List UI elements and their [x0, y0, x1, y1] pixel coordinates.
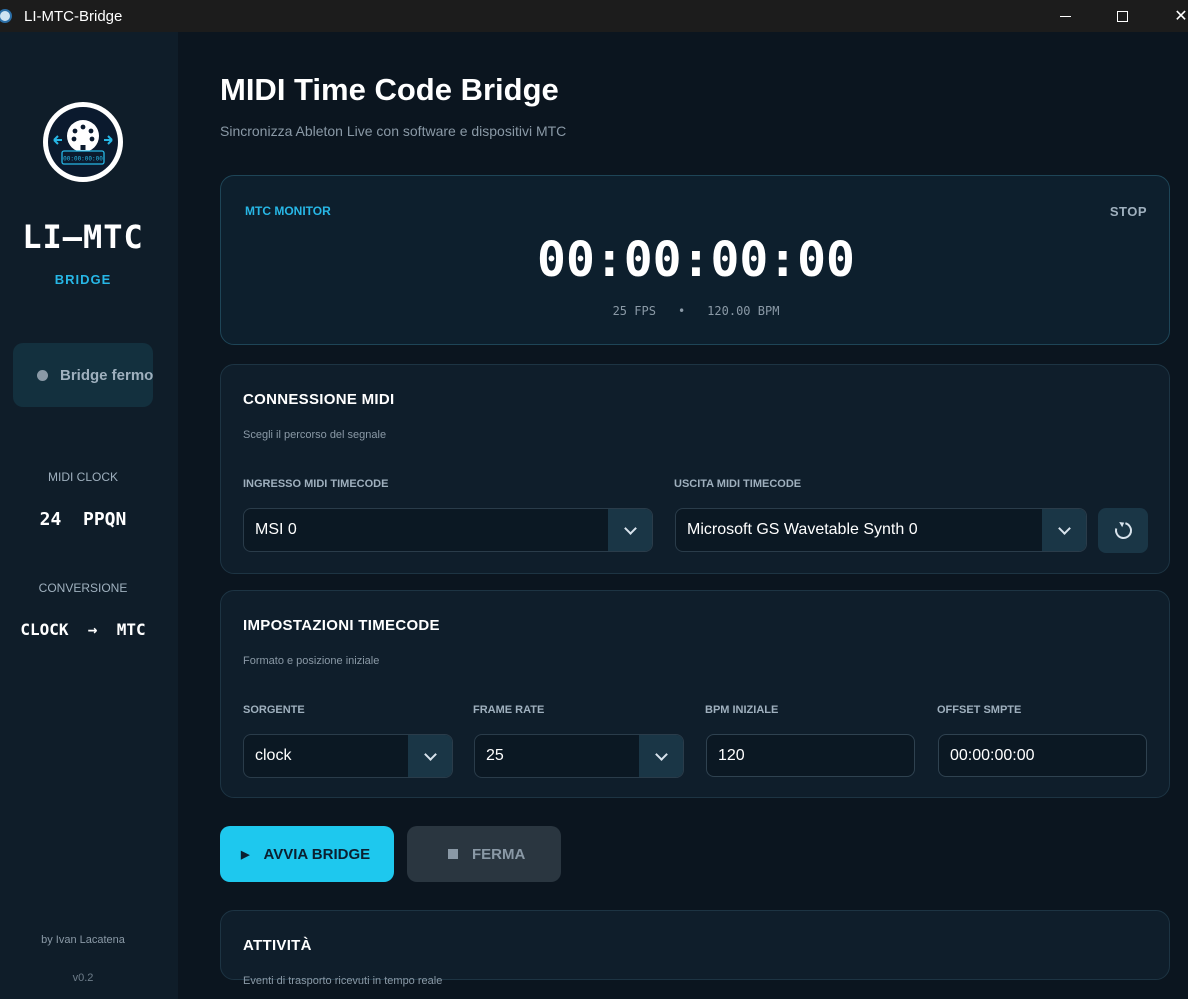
dropdown-toggle[interactable] [608, 509, 652, 551]
logo-display-text: 00:00:00:00 [63, 156, 103, 163]
timecode-settings-title: IMPOSTAZIONI TIMECODE [243, 617, 440, 634]
midi-output-label: USCITA MIDI TIMECODE [674, 478, 802, 490]
close-button[interactable]: ✕ [1156, 0, 1188, 32]
chevron-down-icon [654, 747, 668, 761]
chevron-down-icon [623, 521, 637, 535]
author-credit: by Ivan Lacatena [41, 934, 125, 946]
play-icon: ▶ [241, 848, 250, 861]
midi-clock-value: 24 PPQN [39, 509, 127, 530]
midi-input-value: MSI 0 [255, 521, 297, 538]
refresh-ports-button[interactable] [1098, 508, 1148, 553]
chevron-down-icon [423, 747, 437, 761]
source-select[interactable]: clock [243, 734, 453, 778]
frame-rate-label: FRAME RATE [473, 704, 545, 716]
midi-connector-icon: 00:00:00:00 [53, 120, 113, 165]
dropdown-toggle[interactable] [408, 735, 452, 777]
refresh-icon [1111, 518, 1135, 543]
window-title: LI-MTC-Bridge [24, 7, 123, 25]
midi-connection-panel: CONNESSIONE MIDI Scegli il percorso del … [220, 364, 1170, 574]
midi-output-select[interactable]: Microsoft GS Wavetable Synth 0 [675, 508, 1087, 552]
sidebar: 00:00:00:00 LI–MTC BRIDGE Bridge fermo M… [0, 32, 178, 999]
bpm-readout: 120.00 BPM [707, 304, 780, 318]
title-bar: LI-MTC-Bridge ✕ [0, 0, 1188, 32]
mtc-monitor-label: MTC MONITOR [245, 204, 331, 218]
maximize-button[interactable] [1097, 0, 1147, 32]
dropdown-toggle[interactable] [1042, 509, 1086, 551]
source-value: clock [255, 747, 292, 764]
midi-input-label: INGRESSO MIDI TIMECODE [243, 478, 389, 490]
fps-readout: 25 FPS [612, 304, 656, 318]
timecode-settings-panel: IMPOSTAZIONI TIMECODE Formato e posizion… [220, 590, 1170, 798]
page-subtitle: Sincronizza Ableton Live con software e … [220, 123, 567, 139]
app-icon [0, 9, 12, 23]
conversion-label: CONVERSIONE [38, 581, 128, 595]
minimize-button[interactable] [1040, 0, 1090, 32]
activity-title: ATTIVITÀ [243, 937, 312, 954]
frame-rate-value: 25 [486, 747, 504, 764]
stop-bridge-label: FERMA [472, 845, 526, 863]
smpte-offset-label: OFFSET SMPTE [937, 704, 1022, 716]
minimize-icon [1059, 15, 1071, 17]
smpte-offset-value: 00:00:00:00 [950, 747, 1035, 764]
midi-input-select[interactable]: MSI 0 [243, 508, 653, 552]
bridge-status-text: Bridge fermo [60, 366, 153, 384]
version-label: v0.2 [72, 972, 94, 984]
timecode-settings-subtitle: Formato e posizione iniziale [243, 655, 380, 667]
brand-subtitle: BRIDGE [54, 272, 112, 287]
close-icon: ✕ [1174, 8, 1188, 25]
monitor-meta: 25 FPS • 120.00 BPM [221, 304, 1171, 318]
page-title: MIDI Time Code Bridge [220, 72, 559, 107]
maximize-icon [1116, 10, 1128, 22]
dropdown-toggle[interactable] [639, 735, 683, 777]
start-bpm-label: BPM INIZIALE [705, 704, 779, 716]
midi-clock-label: MIDI CLOCK [47, 470, 118, 484]
stop-icon [448, 849, 458, 859]
status-dot-icon [37, 369, 48, 381]
conversion-value: CLOCK → MTC [20, 620, 146, 639]
midi-connection-subtitle: Scegli il percorso del segnale [243, 429, 387, 441]
start-bridge-button[interactable]: ▶ AVVIA BRIDGE [220, 826, 394, 882]
source-label: SORGENTE [243, 704, 305, 716]
bridge-status-badge: Bridge fermo [13, 343, 153, 407]
meta-separator: • [677, 304, 686, 318]
activity-panel: ATTIVITÀ Eventi di trasporto ricevuti in… [220, 910, 1170, 987]
timecode-display: 00:00:00:00 [537, 232, 855, 288]
transport-state-badge: STOP [1109, 204, 1147, 219]
logo-badge: 00:00:00:00 [48, 107, 118, 177]
chevron-down-icon [1057, 521, 1071, 535]
activity-subtitle: Eventi di trasporto ricevuti in tempo re… [243, 975, 443, 987]
midi-connection-title: CONNESSIONE MIDI [243, 391, 395, 408]
smpte-offset-input[interactable]: 00:00:00:00 [938, 734, 1147, 777]
start-bridge-label: AVVIA BRIDGE [263, 845, 371, 863]
frame-rate-select[interactable]: 25 [474, 734, 684, 778]
brand-name: LI–MTC [22, 218, 144, 256]
start-bpm-value: 120 [718, 747, 745, 764]
start-bpm-input[interactable]: 120 [706, 734, 915, 777]
mtc-monitor-panel: MTC MONITOR STOP 00:00:00:00 25 FPS • 120.… [220, 175, 1170, 345]
stop-bridge-button[interactable]: FERMA [407, 826, 561, 882]
midi-logo-icon: 00:00:00:00 [43, 102, 123, 182]
midi-output-value: Microsoft GS Wavetable Synth 0 [687, 521, 918, 538]
